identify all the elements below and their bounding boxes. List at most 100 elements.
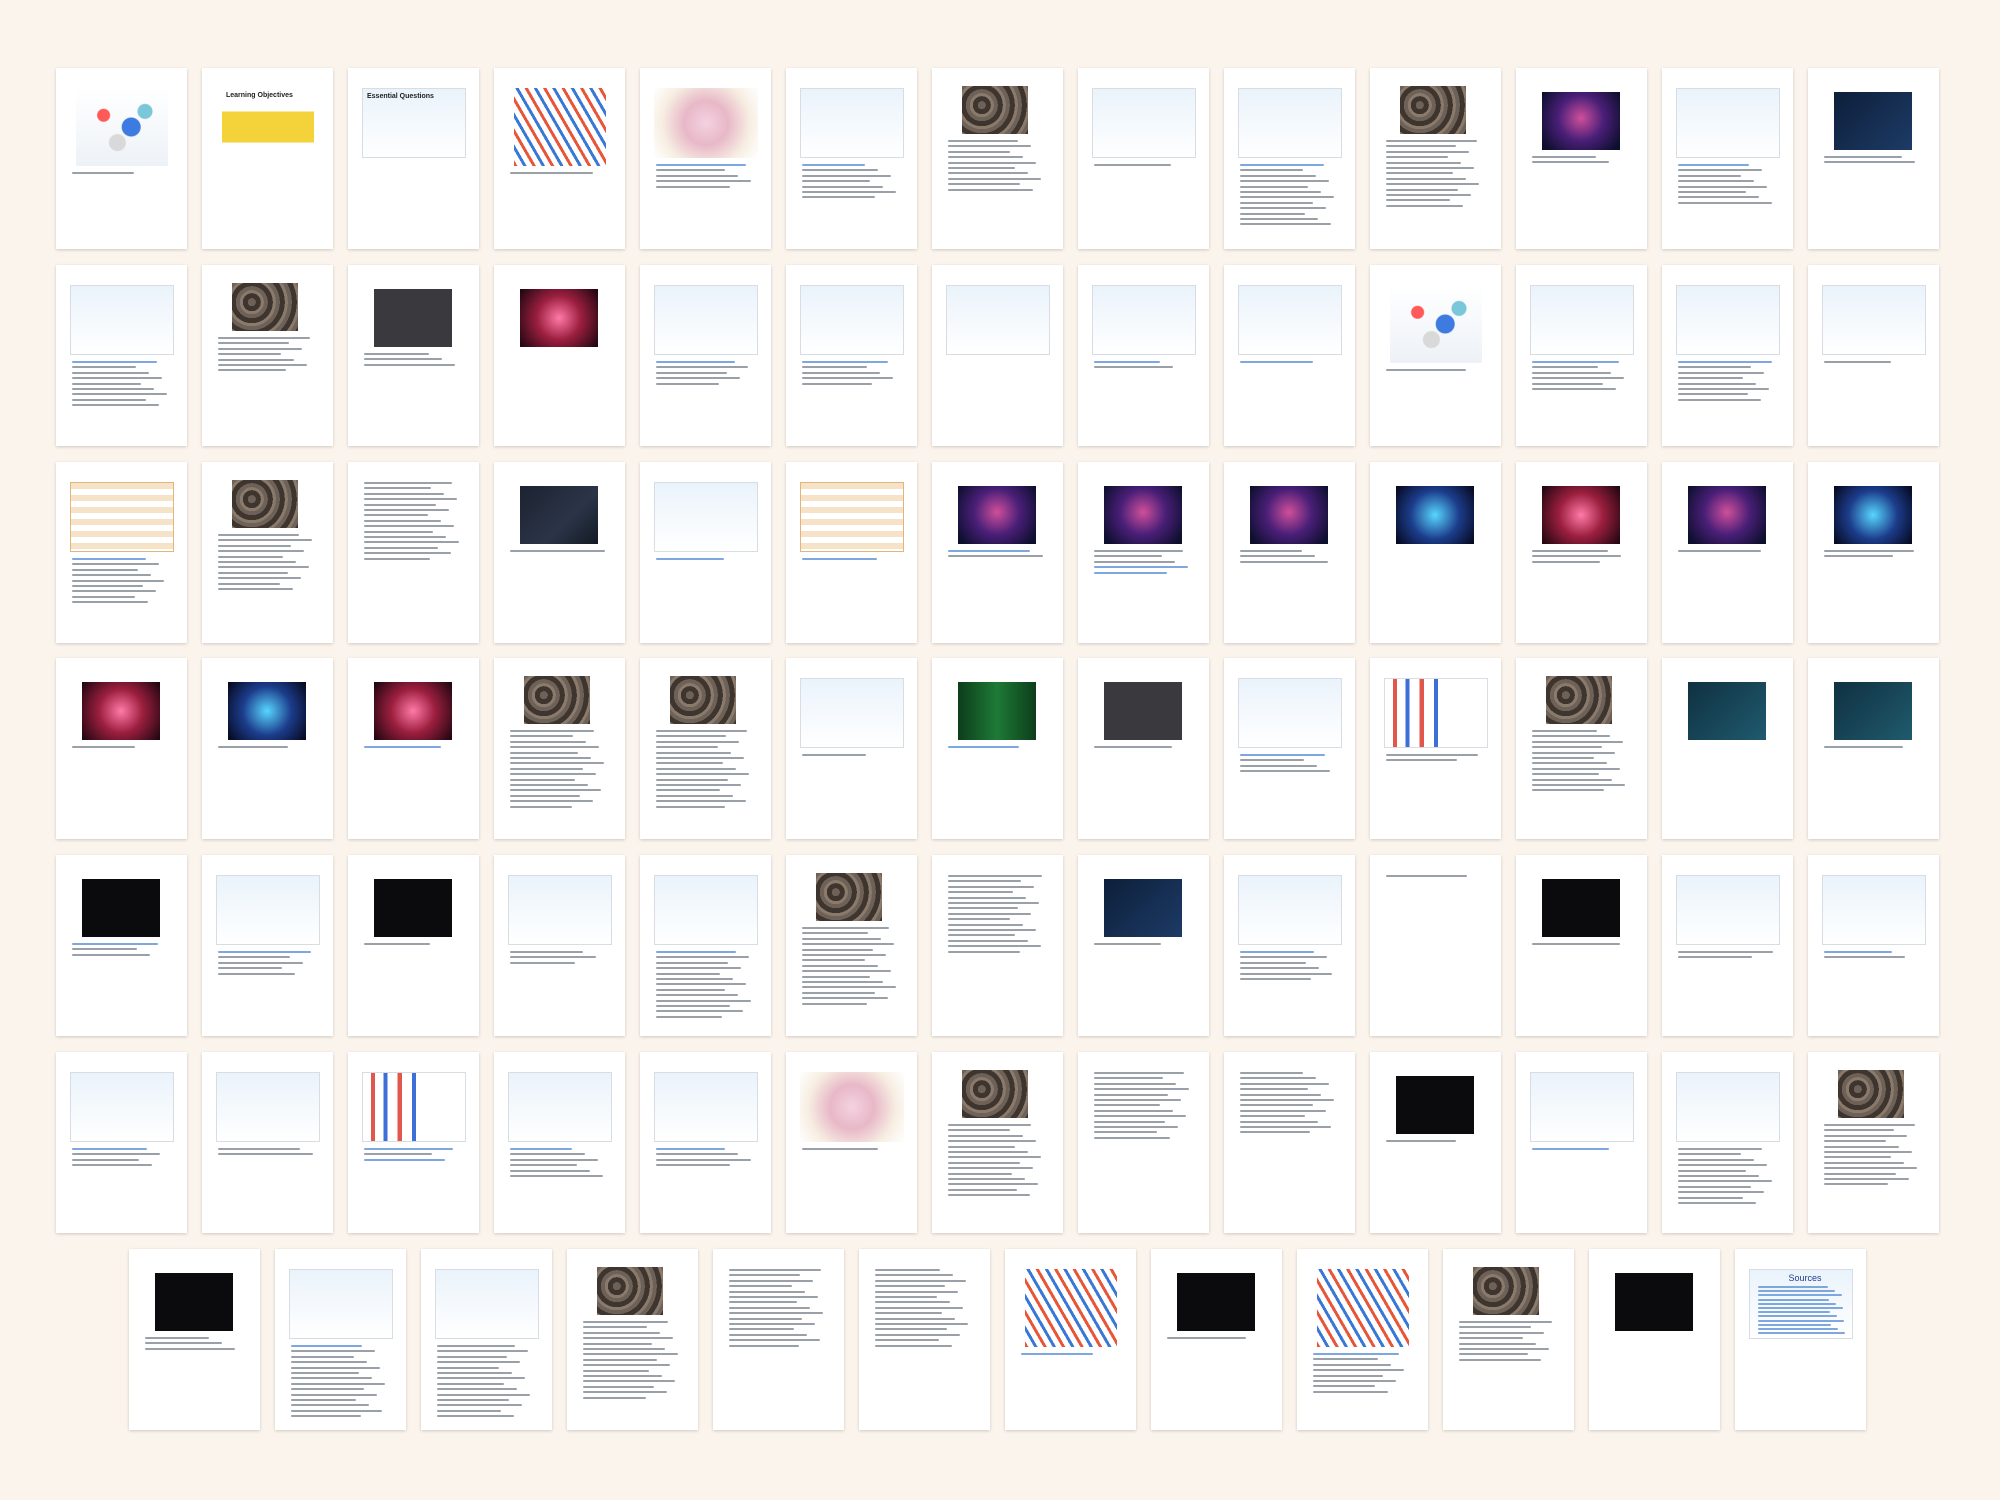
page-thumbnail[interactable]: [1808, 855, 1939, 1036]
page-thumbnail[interactable]: [56, 1052, 187, 1233]
page-thumbnail[interactable]: [1662, 265, 1793, 446]
page-thumbnail[interactable]: [1224, 462, 1355, 643]
page-thumbnail[interactable]: [1151, 1249, 1282, 1430]
page-thumbnail[interactable]: [1078, 658, 1209, 839]
page-thumbnail[interactable]: [129, 1249, 260, 1430]
text-line: [437, 1404, 522, 1407]
page-thumbnail[interactable]: Essential Questions: [348, 68, 479, 249]
page-thumbnail[interactable]: Sources: [1735, 1249, 1866, 1430]
page-thumbnail[interactable]: [1005, 1249, 1136, 1430]
page-thumbnail[interactable]: [786, 68, 917, 249]
page-thumbnail[interactable]: [1516, 1052, 1647, 1233]
page-thumbnail[interactable]: [348, 265, 479, 446]
page-thumbnail[interactable]: [494, 68, 625, 249]
page-thumbnail[interactable]: [1516, 855, 1647, 1036]
text-line: [291, 1388, 364, 1391]
page-thumbnail[interactable]: [1662, 462, 1793, 643]
text-line: [291, 1350, 375, 1353]
page-thumbnail[interactable]: [786, 1052, 917, 1233]
page-thumbnail[interactable]: [56, 658, 187, 839]
page-thumbnail[interactable]: [348, 462, 479, 643]
page-thumbnail[interactable]: [1078, 68, 1209, 249]
page-thumbnail[interactable]: [640, 1052, 771, 1233]
page-thumbnail[interactable]: [494, 658, 625, 839]
page-thumbnail[interactable]: [1662, 855, 1793, 1036]
page-thumbnail[interactable]: [1224, 1052, 1355, 1233]
page-thumbnail[interactable]: [1516, 658, 1647, 839]
page-thumbnail[interactable]: [1370, 265, 1501, 446]
page-thumbnail[interactable]: [1516, 68, 1647, 249]
page-thumbnail[interactable]: [202, 265, 333, 446]
page-thumbnail[interactable]: [1662, 1052, 1793, 1233]
page-thumbnail[interactable]: [275, 1249, 406, 1430]
page-thumbnail[interactable]: [567, 1249, 698, 1430]
page-thumbnail[interactable]: [56, 462, 187, 643]
page-thumbnail[interactable]: [713, 1249, 844, 1430]
page-thumbnail[interactable]: [1370, 658, 1501, 839]
page-thumbnail[interactable]: [640, 68, 771, 249]
page-thumbnail[interactable]: [932, 658, 1063, 839]
page-thumbnail[interactable]: [494, 265, 625, 446]
page-thumbnail[interactable]: [932, 1052, 1063, 1233]
page-thumbnail[interactable]: [1808, 658, 1939, 839]
page-thumbnail[interactable]: [1078, 855, 1209, 1036]
page-thumbnail[interactable]: [932, 68, 1063, 249]
page-thumbnail[interactable]: [421, 1249, 552, 1430]
page-thumbnail[interactable]: [1370, 462, 1501, 643]
page-thumbnail[interactable]: [1808, 265, 1939, 446]
page-thumbnail[interactable]: [859, 1249, 990, 1430]
page-thumbnail[interactable]: [202, 462, 333, 643]
page-thumbnail[interactable]: [1078, 462, 1209, 643]
page-thumbnail[interactable]: [494, 855, 625, 1036]
page-thumbnail[interactable]: [932, 265, 1063, 446]
page-thumbnail[interactable]: [1224, 855, 1355, 1036]
page-thumbnail[interactable]: [56, 68, 187, 249]
page-thumbnail[interactable]: [1078, 1052, 1209, 1233]
page-thumbnail[interactable]: [56, 265, 187, 446]
page-thumbnail[interactable]: [1662, 658, 1793, 839]
page-thumbnail[interactable]: [1589, 1249, 1720, 1430]
page-thumbnail[interactable]: [1443, 1249, 1574, 1430]
page-thumbnail[interactable]: [640, 855, 771, 1036]
page-thumbnail[interactable]: [1297, 1249, 1428, 1430]
page-thumbnail[interactable]: [1224, 68, 1355, 249]
page-thumbnail[interactable]: [1224, 265, 1355, 446]
text-line: [948, 1172, 1012, 1175]
text-line: [802, 180, 870, 183]
page-thumbnail[interactable]: [1808, 462, 1939, 643]
page-thumbnail[interactable]: [348, 658, 479, 839]
text-line: [656, 794, 733, 797]
page-thumbnail[interactable]: [640, 265, 771, 446]
page-thumbnail[interactable]: [1516, 462, 1647, 643]
page-thumbnail[interactable]: [202, 658, 333, 839]
page-thumbnail[interactable]: [786, 462, 917, 643]
page-thumbnail[interactable]: [494, 462, 625, 643]
text-line: [729, 1274, 800, 1277]
page-thumbnail[interactable]: [348, 855, 479, 1036]
page-thumbnail[interactable]: [1370, 855, 1501, 1036]
page-thumbnail[interactable]: [640, 462, 771, 643]
page-thumbnail[interactable]: [1370, 1052, 1501, 1233]
text-line: [218, 364, 307, 366]
page-thumbnail[interactable]: [786, 658, 917, 839]
page-thumbnail[interactable]: [1662, 68, 1793, 249]
page-thumbnail[interactable]: [1224, 658, 1355, 839]
page-thumbnail[interactable]: [202, 855, 333, 1036]
page-thumbnail[interactable]: [932, 855, 1063, 1036]
page-thumbnail[interactable]: [786, 855, 917, 1036]
page-thumbnail[interactable]: [202, 1052, 333, 1233]
page-thumbnail[interactable]: Learning Objectives: [202, 68, 333, 249]
page-thumbnail[interactable]: [1078, 265, 1209, 446]
page-thumbnail[interactable]: [932, 462, 1063, 643]
page-thumbnail[interactable]: [1516, 265, 1647, 446]
page-thumbnail[interactable]: [1808, 1052, 1939, 1233]
page-thumbnail[interactable]: [1808, 68, 1939, 249]
page-thumbnail[interactable]: [786, 265, 917, 446]
text-line: [437, 1366, 499, 1369]
text-line: [364, 746, 441, 748]
page-thumbnail[interactable]: [56, 855, 187, 1036]
page-thumbnail[interactable]: [1370, 68, 1501, 249]
page-thumbnail[interactable]: [640, 658, 771, 839]
page-thumbnail[interactable]: [494, 1052, 625, 1233]
page-thumbnail[interactable]: [348, 1052, 479, 1233]
